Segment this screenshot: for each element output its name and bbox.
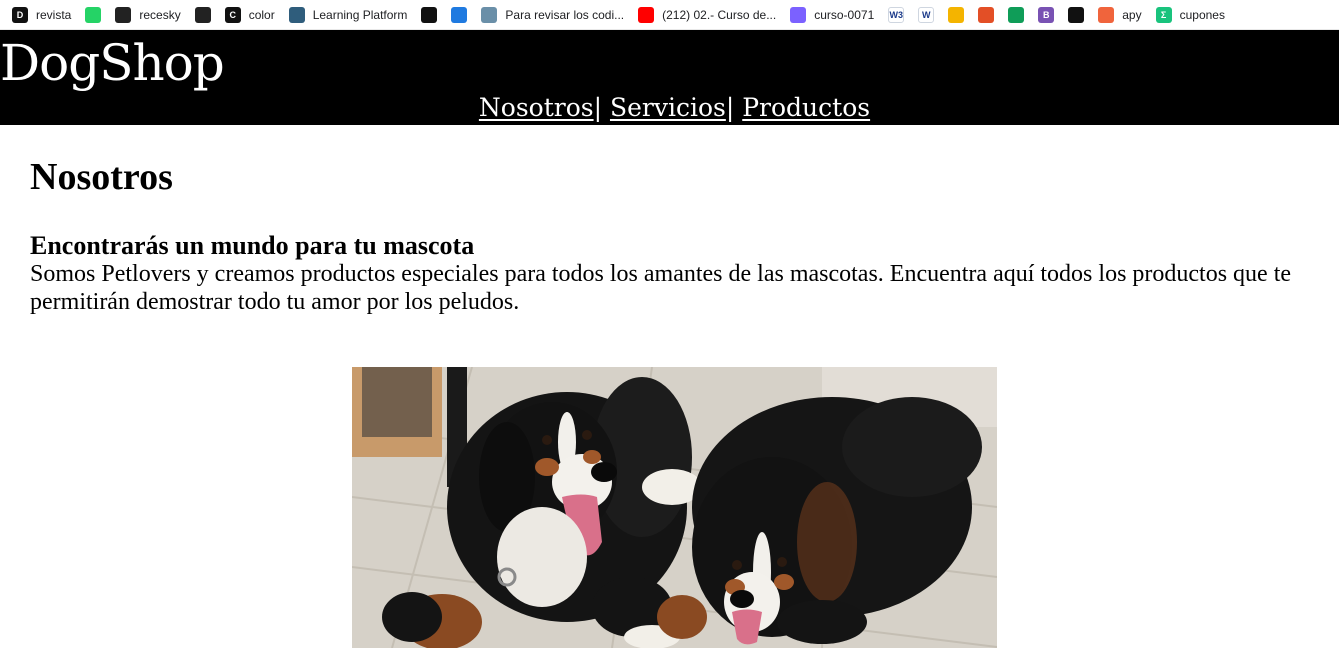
bookmark-label: revista: [36, 7, 72, 22]
bookmark-label: color: [248, 7, 275, 22]
bookmark-item[interactable]: (212) 02.- Curso de...: [638, 0, 777, 29]
bookmark-label: recesky: [139, 7, 181, 22]
w3-icon: W3: [888, 6, 905, 23]
bookmark-item[interactable]: W: [918, 0, 935, 29]
bookmark-item[interactable]: [978, 0, 995, 29]
d-icon: D: [12, 6, 28, 23]
nav-separator: |: [593, 93, 603, 122]
bookmark-label: curso-0071: [814, 7, 875, 22]
nav-separator: |: [725, 93, 735, 122]
camera-icon: [194, 6, 211, 23]
bookmark-item[interactable]: W3: [888, 0, 905, 29]
nav-link-servicios[interactable]: Servicios: [610, 93, 726, 122]
bookmark-item[interactable]: Learning Platform: [288, 0, 408, 29]
bookmark-item[interactable]: [948, 0, 965, 29]
bookmark-item[interactable]: recesky: [115, 0, 181, 29]
drive-icon: [948, 6, 965, 23]
color-icon: C: [224, 6, 241, 23]
bookmark-item[interactable]: [1068, 0, 1085, 29]
bookmark-label: apy: [1122, 7, 1142, 22]
bookmark-label: (212) 02.- Curso de...: [662, 7, 777, 22]
site-header: DogShop Nosotros| Servicios| Productos: [0, 30, 1339, 125]
github-icon: [421, 6, 438, 23]
nav-link-nosotros[interactable]: Nosotros: [479, 93, 594, 122]
power-icon: [451, 6, 468, 23]
camera-icon: [115, 6, 132, 23]
sigma-icon: Σ: [1155, 6, 1172, 23]
whatsapp-icon: [85, 6, 102, 23]
main-content: Nosotros Encontrarás un mundo para tu ma…: [0, 156, 1339, 316]
bookmark-item[interactable]: Ccolor: [224, 0, 275, 29]
bookmark-label: Para revisar los codi...: [505, 7, 625, 22]
html5-icon: [978, 6, 995, 23]
bookmark-item[interactable]: B: [1038, 0, 1055, 29]
page-icon: [481, 6, 498, 23]
main-nav: Nosotros| Servicios| Productos: [0, 92, 1339, 124]
w-icon: W: [918, 6, 935, 23]
page-title: Nosotros: [30, 156, 173, 198]
site-logo[interactable]: DogShop: [0, 34, 225, 92]
intro-paragraph: Somos Petlovers y creamos productos espe…: [30, 261, 1292, 315]
bookmark-item[interactable]: Σcupones: [1155, 0, 1225, 29]
bookmark-label: cupones: [1179, 7, 1225, 22]
bookmarks-bar: Drevista recesky Ccolor Learning Platform Pa…: [0, 0, 1339, 30]
bookmark-item[interactable]: Drevista: [12, 0, 72, 29]
section-subtitle: Encontrarás un mundo para tu mascota: [30, 231, 475, 260]
bookmark-item[interactable]: Para revisar los codi...: [481, 0, 625, 29]
bookmark-item[interactable]: [194, 0, 211, 29]
chrome-icon: [790, 6, 807, 23]
bootstrap-icon: B: [1038, 6, 1055, 23]
octopus-icon: [1098, 6, 1115, 23]
cat-icon: [1068, 6, 1085, 23]
bookmark-item[interactable]: [1008, 0, 1025, 29]
learning-icon: [288, 6, 305, 23]
bookmark-item[interactable]: curso-0071: [790, 0, 875, 29]
bookmark-item[interactable]: [421, 0, 438, 29]
drive-icon: [1008, 6, 1025, 23]
bookmark-item[interactable]: apy: [1098, 0, 1142, 29]
bookmark-item[interactable]: [85, 0, 102, 29]
bookmark-item[interactable]: [451, 0, 468, 29]
bookmark-label: Learning Platform: [312, 7, 408, 22]
hero-dogs-image: [352, 367, 997, 648]
youtube-icon: [638, 6, 655, 23]
nav-link-productos[interactable]: Productos: [742, 93, 870, 122]
